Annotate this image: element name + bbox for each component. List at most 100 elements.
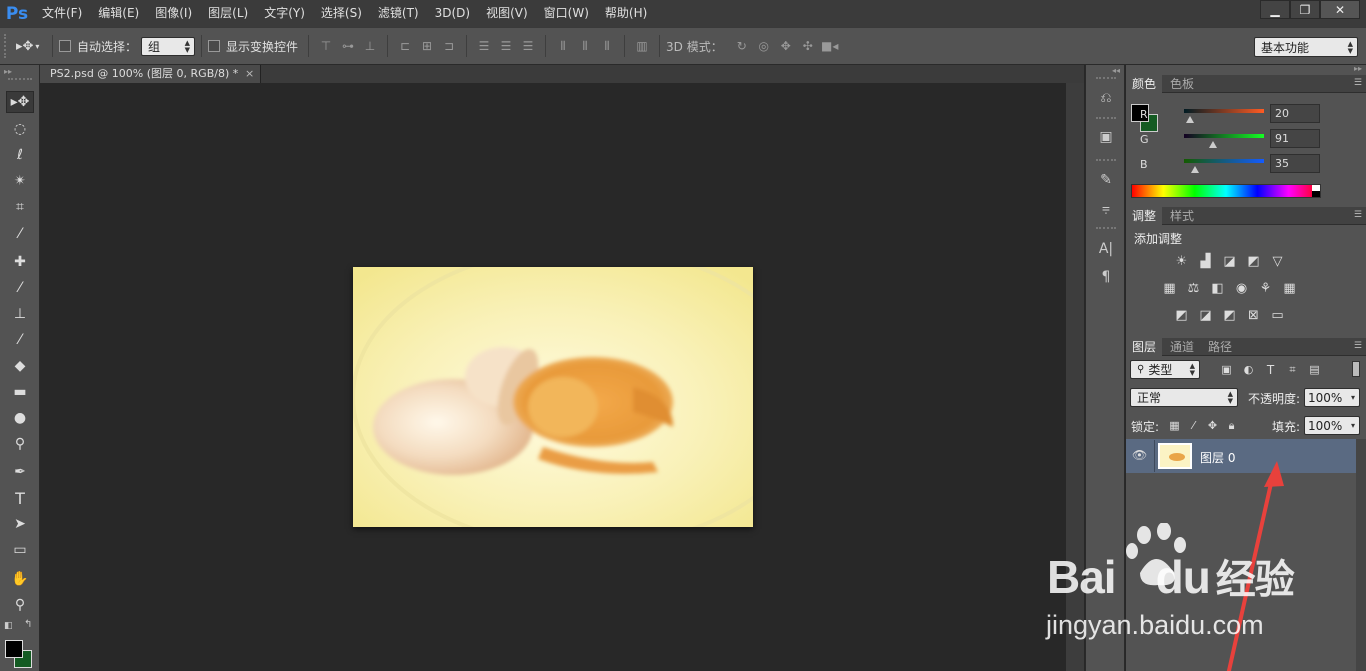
gradient-map-icon[interactable]: ▭ bbox=[1269, 307, 1286, 324]
healing-brush-tool-icon[interactable]: ✚ bbox=[6, 251, 34, 273]
3d-pan-icon[interactable]: ✥ bbox=[777, 37, 795, 55]
distribute-bottom-icon[interactable]: ☰ bbox=[519, 37, 537, 55]
exposure-icon[interactable]: ◩ bbox=[1245, 253, 1262, 270]
3d-roll-icon[interactable]: ◎ bbox=[755, 37, 773, 55]
3d-slide-icon[interactable]: ✣ bbox=[799, 37, 817, 55]
move-tool-icon[interactable]: ▸✥ bbox=[6, 91, 34, 113]
document-image[interactable] bbox=[353, 267, 753, 527]
workspace-dropdown[interactable]: 基本功能 ▲ ▼ bbox=[1254, 37, 1358, 57]
distribute-hcenter-icon[interactable]: ⫴ bbox=[576, 37, 594, 55]
tab-adjustments[interactable]: 调整 bbox=[1126, 207, 1163, 225]
tab-styles[interactable]: 样式 bbox=[1164, 207, 1200, 225]
menu-edit[interactable]: 编辑(E) bbox=[90, 0, 147, 27]
r-value-field[interactable]: 20 bbox=[1270, 104, 1320, 123]
opacity-field[interactable]: 100% ▾ bbox=[1304, 388, 1360, 407]
lasso-tool-icon[interactable]: ℓ bbox=[6, 144, 34, 166]
lock-position-icon[interactable]: ✥ bbox=[1204, 417, 1221, 434]
color-balance-icon[interactable]: ⚖ bbox=[1185, 280, 1202, 297]
properties-panel-icon[interactable]: ▣ bbox=[1096, 127, 1116, 147]
dodge-tool-icon[interactable]: ⚲ bbox=[6, 433, 34, 455]
b-slider-track[interactable] bbox=[1184, 159, 1264, 163]
eyedropper-tool-icon[interactable]: ⁄ bbox=[6, 223, 34, 245]
filter-smart-object-icon[interactable]: ▤ bbox=[1306, 361, 1323, 378]
close-window-button[interactable]: ✕ bbox=[1320, 0, 1360, 19]
tab-channels[interactable]: 通道 bbox=[1164, 338, 1200, 356]
path-selection-tool-icon[interactable]: ➤ bbox=[6, 513, 34, 535]
brush-tool-icon[interactable]: ⁄ bbox=[6, 277, 34, 299]
g-slider-track[interactable] bbox=[1184, 134, 1264, 138]
auto-select-checkbox[interactable] bbox=[59, 40, 71, 52]
default-colors-icon[interactable]: ◧ bbox=[4, 621, 13, 631]
clone-stamp-tool-icon[interactable]: ⊥ bbox=[6, 303, 34, 325]
restore-button[interactable]: ❐ bbox=[1290, 0, 1320, 19]
g-value-field[interactable]: 91 bbox=[1270, 129, 1320, 148]
hand-tool-icon[interactable]: ✋ bbox=[6, 568, 34, 590]
align-vcenter-icon[interactable]: ⊶ bbox=[339, 37, 357, 55]
channel-mixer-icon[interactable]: ⚘ bbox=[1257, 280, 1274, 297]
g-slider-thumb[interactable] bbox=[1208, 141, 1217, 148]
history-brush-tool-icon[interactable]: ⁄ bbox=[6, 329, 34, 351]
blur-tool-icon[interactable]: ● bbox=[6, 407, 34, 429]
panel-menu-icon[interactable]: ☰ bbox=[1354, 78, 1362, 88]
history-panel-icon[interactable]: ⎌ bbox=[1096, 88, 1116, 108]
move-tool-preset-icon[interactable]: ▸✥ ▾ bbox=[16, 39, 46, 54]
layer-thumbnail[interactable] bbox=[1158, 443, 1192, 469]
layers-scrollbar[interactable] bbox=[1356, 439, 1366, 671]
type-tool-icon[interactable]: T bbox=[6, 487, 34, 509]
gradient-tool-icon[interactable]: ▬ bbox=[6, 381, 34, 403]
align-top-icon[interactable]: ⊤ bbox=[317, 37, 335, 55]
tab-color[interactable]: 颜色 bbox=[1126, 75, 1163, 93]
marquee-tool-icon[interactable]: ◌ bbox=[6, 118, 34, 140]
blend-mode-dropdown[interactable]: 正常 ▲ ▼ bbox=[1130, 388, 1238, 407]
eraser-tool-icon[interactable]: ◆ bbox=[6, 355, 34, 377]
menu-3d[interactable]: 3D(D) bbox=[427, 0, 478, 27]
layer-filter-dropdown[interactable]: ⚲ 类型 ▲ ▼ bbox=[1130, 360, 1200, 379]
tab-swatches[interactable]: 色板 bbox=[1164, 75, 1200, 93]
toolbox-grip[interactable] bbox=[8, 78, 32, 80]
eye-icon[interactable]: 👁︎ bbox=[1132, 448, 1147, 462]
options-grip[interactable] bbox=[4, 34, 16, 58]
color-lookup-icon[interactable]: ▦ bbox=[1281, 280, 1298, 297]
align-right-icon[interactable]: ⊐ bbox=[440, 37, 458, 55]
filter-pixel-icon[interactable]: ▣ bbox=[1218, 361, 1235, 378]
color-spectrum-bar[interactable] bbox=[1131, 184, 1321, 198]
r-slider-thumb[interactable] bbox=[1186, 116, 1195, 123]
menu-view[interactable]: 视图(V) bbox=[478, 0, 536, 27]
levels-icon[interactable]: ▟ bbox=[1197, 253, 1214, 270]
threshold-icon[interactable]: ◩ bbox=[1221, 307, 1238, 324]
foreground-color-swatch[interactable] bbox=[5, 640, 23, 658]
zoom-tool-icon[interactable]: ⚲ bbox=[6, 594, 34, 616]
menu-layer[interactable]: 图层(L) bbox=[200, 0, 256, 27]
pen-tool-icon[interactable]: ✒ bbox=[6, 461, 34, 483]
menu-type[interactable]: 文字(Y) bbox=[256, 0, 313, 27]
paragraph-panel-icon[interactable]: ¶ bbox=[1096, 267, 1116, 287]
filter-adjustment-icon[interactable]: ◐ bbox=[1240, 361, 1257, 378]
photo-filter-icon[interactable]: ◉ bbox=[1233, 280, 1250, 297]
menu-select[interactable]: 选择(S) bbox=[313, 0, 370, 27]
menu-filter[interactable]: 滤镜(T) bbox=[370, 0, 427, 27]
lock-all-icon[interactable]: 🔒︎ bbox=[1223, 417, 1240, 434]
posterize-icon[interactable]: ◪ bbox=[1197, 307, 1214, 324]
swap-colors-icon[interactable]: ↰ bbox=[24, 619, 32, 630]
hue-saturation-icon[interactable]: ▦ bbox=[1161, 280, 1178, 297]
b-value-field[interactable]: 35 bbox=[1270, 154, 1320, 173]
brush-presets-icon[interactable]: ✎ bbox=[1096, 170, 1116, 190]
distribute-left-icon[interactable]: ⫴ bbox=[554, 37, 572, 55]
show-transform-checkbox[interactable] bbox=[208, 40, 221, 52]
selective-color-icon[interactable]: ⊠ bbox=[1245, 307, 1262, 324]
brightness-contrast-icon[interactable]: ☀ bbox=[1173, 253, 1190, 270]
distribute-right-icon[interactable]: ⫴ bbox=[598, 37, 616, 55]
collapse-strip-icon[interactable]: ◂◂ bbox=[1112, 66, 1120, 75]
document-tab[interactable]: PS2.psd @ 100% (图层 0, RGB/8) * × bbox=[40, 65, 262, 83]
rectangle-tool-icon[interactable]: ▭ bbox=[6, 539, 34, 561]
strip-grip[interactable] bbox=[1096, 77, 1116, 79]
invert-icon[interactable]: ◩ bbox=[1173, 307, 1190, 324]
auto-align-icon[interactable]: ▥ bbox=[633, 37, 651, 55]
collapse-toolbox-icon[interactable]: ▸▸ bbox=[4, 67, 12, 76]
panel-menu-icon[interactable]: ☰ bbox=[1354, 210, 1362, 220]
lock-image-icon[interactable]: ⁄ bbox=[1185, 417, 1202, 434]
minimize-button[interactable]: ▁ bbox=[1260, 0, 1290, 19]
align-bottom-icon[interactable]: ⊥ bbox=[361, 37, 379, 55]
filter-shape-icon[interactable]: ⌗ bbox=[1284, 361, 1301, 378]
panel-menu-icon[interactable]: ☰ bbox=[1354, 341, 1362, 351]
